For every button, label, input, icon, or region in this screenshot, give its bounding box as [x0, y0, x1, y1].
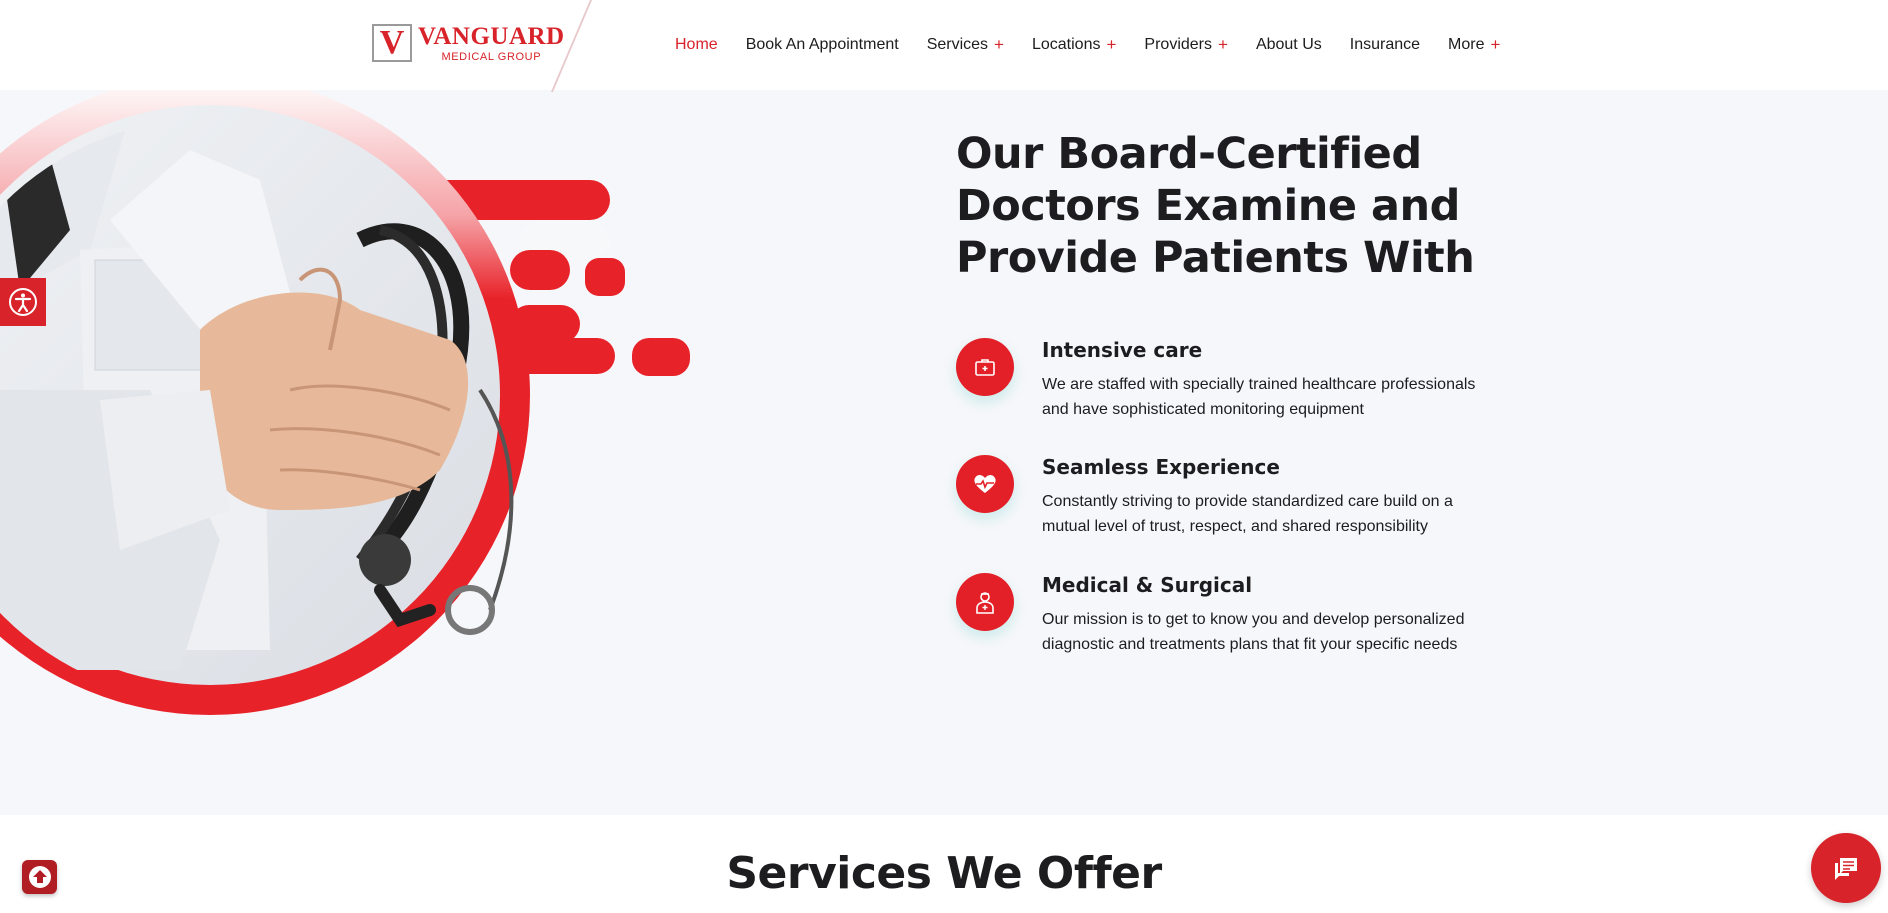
logo-wordmark: VANGUARD MEDICAL GROUP [418, 24, 565, 63]
feature-seamless-experience: Seamless Experience Constantly striving … [956, 455, 1516, 545]
nav-label: Providers [1144, 36, 1212, 53]
plus-icon: + [1218, 35, 1228, 54]
nav-label: Insurance [1349, 36, 1421, 53]
nav-item-about-us[interactable]: About Us [1256, 36, 1322, 54]
briefcase-medical-icon [956, 338, 1014, 396]
chat-icon [1835, 858, 1857, 880]
plus-icon: + [994, 35, 1004, 54]
accessibility-icon [9, 288, 37, 316]
scroll-to-top-button[interactable] [22, 860, 57, 894]
arrow-up-icon [28, 866, 51, 888]
doctor-stethoscope-illustration [0, 90, 690, 715]
site-logo[interactable]: V VANGUARD MEDICAL GROUP [372, 22, 580, 64]
chat-button[interactable] [1811, 833, 1881, 903]
nav-label: About Us [1255, 36, 1322, 53]
nav-item-more[interactable]: More + [1448, 35, 1500, 55]
doctor-icon [956, 573, 1014, 631]
logo-subtitle: MEDICAL GROUP [441, 50, 542, 63]
feature-intensive-care: Intensive care We are staffed with speci… [956, 338, 1516, 428]
nav-label: Home [675, 36, 718, 53]
feature-title: Intensive care [1042, 338, 1203, 362]
feature-title: Seamless Experience [1042, 455, 1280, 479]
logo-title: VANGUARD [418, 22, 565, 50]
plus-icon: + [1106, 35, 1117, 54]
feature-description: Our mission is to get to know you and de… [1042, 611, 1465, 653]
nav-item-providers[interactable]: Providers + [1144, 35, 1228, 55]
nav-item-insurance[interactable]: Insurance [1350, 36, 1420, 54]
feature-description: We are staffed with specially trained he… [1042, 376, 1476, 418]
accessibility-button[interactable] [0, 278, 46, 326]
main-nav: Home Book An Appointment Services + Locat… [675, 0, 1528, 90]
logo-letter: V [379, 24, 405, 61]
feature-title: Medical & Surgical [1042, 573, 1253, 597]
nav-item-services[interactable]: Services + [927, 35, 1004, 55]
services-title: Services We Offer [726, 848, 1162, 899]
nav-item-book-appointment[interactable]: Book An Appointment [746, 36, 899, 54]
nav-item-home[interactable]: Home [675, 36, 718, 54]
site-header: V VANGUARD MEDICAL GROUP Home Book An Ap… [0, 0, 1888, 92]
hero-headline: Our Board-Certified Doctors Examine and … [956, 129, 1475, 283]
heart-pulse-icon [956, 455, 1014, 513]
plus-icon: + [1490, 35, 1501, 54]
nav-item-locations[interactable]: Locations + [1032, 35, 1116, 55]
feature-medical-surgical: Medical & Surgical Our mission is to get… [956, 573, 1516, 663]
nav-label: Services [926, 36, 989, 53]
hero-doctor-image [0, 90, 700, 722]
nav-label: Book An Appointment [745, 36, 899, 53]
nav-label: More [1448, 36, 1485, 53]
logo-mark: V [372, 24, 412, 62]
feature-description: Constantly striving to provide standardi… [1042, 493, 1453, 535]
nav-label: Locations [1031, 36, 1101, 53]
